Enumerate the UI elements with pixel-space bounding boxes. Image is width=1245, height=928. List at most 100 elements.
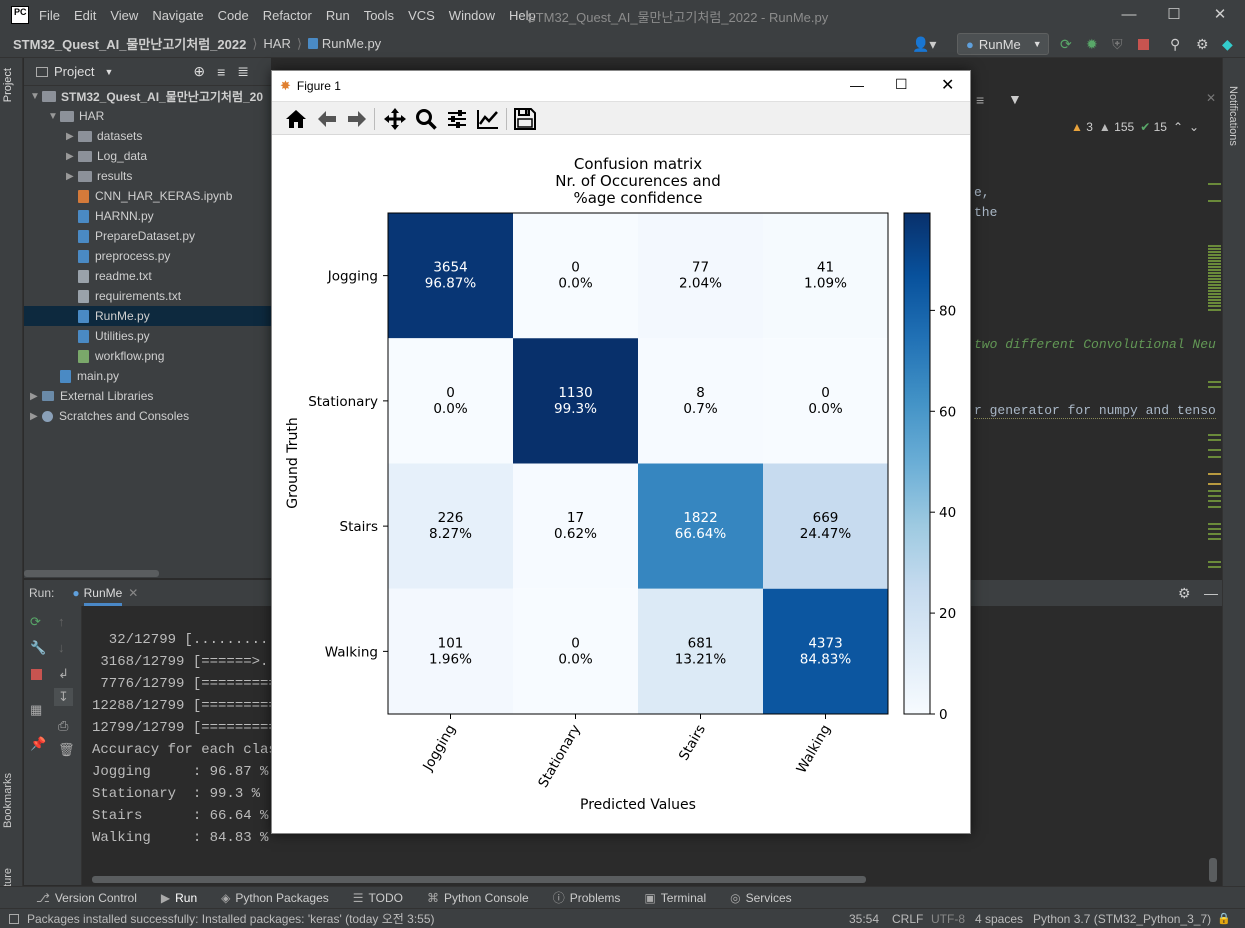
error-stripe[interactable] (1207, 138, 1222, 578)
menu-vcs[interactable]: VCS (408, 8, 435, 23)
breadcrumb-folder[interactable]: HAR (263, 36, 290, 51)
tree-item[interactable]: requirements.txt (78, 286, 271, 306)
stripe-mark[interactable] (1208, 266, 1221, 268)
inspection-widget[interactable]: ▲ 3 ▲ 155 ✔ 15 ⌃ ⌄ (1071, 120, 1199, 134)
tab-notifications[interactable]: Notifications (1227, 86, 1239, 146)
close-icon[interactable]: ✕ (128, 586, 138, 600)
tree-root[interactable]: ▼ STM32_Quest_AI_물만난고기처럼_20 (30, 86, 271, 106)
chevron-up-icon[interactable]: ⌃ (1173, 120, 1183, 134)
close-icon[interactable]: ✕ (1209, 4, 1231, 26)
stripe-mark[interactable] (1208, 500, 1221, 502)
tree-item[interactable]: ▼ HAR (48, 106, 271, 126)
back-icon[interactable] (314, 107, 340, 131)
tree-item[interactable]: main.py (60, 366, 271, 386)
tab-bookmarks[interactable]: Bookmarks (2, 773, 14, 828)
stripe-mark[interactable] (1208, 299, 1221, 301)
chevron-down-icon[interactable]: ▼ (104, 67, 113, 77)
stripe-mark[interactable] (1208, 528, 1221, 530)
align-icon[interactable]: ≡ (976, 92, 984, 108)
tree-item[interactable]: Utilities.py (78, 326, 271, 346)
minimize-icon[interactable]: — (850, 77, 864, 93)
stop-icon[interactable] (31, 668, 42, 683)
stripe-mark[interactable] (1208, 566, 1221, 568)
arrow-up-icon[interactable]: ↑ (58, 614, 65, 629)
chevron-right-icon[interactable]: ▶ (66, 151, 78, 162)
wrench-icon[interactable]: 🔧 (30, 640, 46, 656)
edit-axes-icon[interactable] (475, 107, 501, 131)
close-icon[interactable]: ✕ (941, 75, 954, 95)
stripe-mark[interactable] (1208, 561, 1221, 563)
stripe-mark[interactable] (1208, 473, 1221, 475)
stripe-mark[interactable] (1208, 293, 1221, 295)
stripe-mark[interactable] (1208, 278, 1221, 280)
zoom-icon[interactable] (413, 107, 439, 131)
menu-edit[interactable]: Edit (74, 8, 96, 23)
layout-icon[interactable] (9, 913, 19, 924)
python-interpreter[interactable]: Python 3.7 (STM32_Python_3_7) (1033, 912, 1211, 926)
locate-icon[interactable]: ⊕ (193, 63, 205, 80)
stripe-mark[interactable] (1208, 200, 1221, 202)
minimize-panel-icon[interactable]: — (1204, 585, 1218, 601)
maximize-icon[interactable]: ☐ (1163, 4, 1185, 26)
stripe-mark[interactable] (1208, 296, 1221, 298)
stripe-mark[interactable] (1208, 386, 1221, 388)
caret-position[interactable]: 35:54 (849, 912, 879, 926)
stripe-mark[interactable] (1208, 523, 1221, 525)
filter-icon[interactable]: ▼ (1008, 91, 1022, 107)
stripe-mark[interactable] (1208, 254, 1221, 256)
tree-item[interactable]: PrepareDataset.py (78, 226, 271, 246)
project-header-label[interactable]: Project (54, 64, 94, 79)
stripe-mark[interactable] (1208, 538, 1221, 540)
horizontal-scrollbar[interactable] (92, 876, 866, 883)
stripe-mark[interactable] (1208, 281, 1221, 283)
stripe-mark[interactable] (1208, 287, 1221, 289)
stripe-mark[interactable] (1208, 245, 1221, 247)
indent-setting[interactable]: 4 spaces (975, 912, 1023, 926)
run-configuration-select[interactable]: ● RunMe ▼ (957, 33, 1049, 55)
menu-code[interactable]: Code (218, 8, 249, 23)
chevron-right-icon[interactable]: ▶ (66, 171, 78, 182)
expand-icon[interactable]: ≣ (237, 63, 249, 80)
tree-item[interactable]: preprocess.py (78, 246, 271, 266)
chevron-right-icon[interactable]: ▶ (30, 411, 42, 422)
tree-item[interactable]: ▶ External Libraries (30, 386, 271, 406)
tree-item[interactable]: ▶ datasets (66, 126, 271, 146)
tree-item[interactable]: ▶ Scratches and Consoles (30, 406, 271, 426)
stripe-mark[interactable] (1208, 495, 1221, 497)
stripe-mark[interactable] (1208, 506, 1221, 508)
gear-icon[interactable]: ⚙ (1178, 585, 1191, 602)
tab-problems[interactable]: ⓘ Problems (553, 889, 621, 906)
stripe-mark[interactable] (1208, 272, 1221, 274)
stripe-mark[interactable] (1208, 483, 1221, 485)
maximize-icon[interactable]: ☐ (895, 76, 908, 93)
stripe-mark[interactable] (1208, 251, 1221, 253)
search-icon[interactable]: ⚲ (1170, 34, 1180, 54)
breadcrumb-project[interactable]: STM32_Quest_AI_물만난고기처럼_2022 (13, 34, 246, 53)
menu-refactor[interactable]: Refactor (263, 8, 312, 23)
vertical-scrollbar[interactable] (1209, 858, 1217, 882)
menu-tools[interactable]: Tools (364, 8, 394, 23)
horizontal-scrollbar[interactable] (24, 570, 159, 577)
stripe-mark[interactable] (1208, 309, 1221, 311)
tab-run[interactable]: ▶ Run (161, 891, 197, 905)
tab-python-packages[interactable]: ◈ Python Packages (221, 891, 329, 905)
plugin-icon[interactable]: ◆ (1222, 34, 1233, 54)
configure-subplots-icon[interactable] (444, 107, 470, 131)
tree-item[interactable]: ▶ Log_data (66, 146, 271, 166)
menu-view[interactable]: View (110, 8, 138, 23)
menu-run[interactable]: Run (326, 8, 350, 23)
tab-python-console[interactable]: ⌘ Python Console (427, 891, 529, 905)
user-icon[interactable]: 👤▾ (912, 34, 936, 54)
file-encoding[interactable]: UTF-8 (931, 912, 965, 926)
chevron-right-icon[interactable]: ▶ (30, 391, 42, 402)
menu-file[interactable]: File (39, 8, 60, 23)
chevron-down-icon[interactable]: ▼ (48, 111, 60, 122)
tree-item[interactable]: readme.txt (78, 266, 271, 286)
tree-item[interactable]: HARNN.py (78, 206, 271, 226)
tree-item[interactable]: workflow.png (78, 346, 271, 366)
pin-icon[interactable]: 📌 (30, 736, 46, 752)
line-separator[interactable]: CRLF (892, 912, 923, 926)
run-tab[interactable]: RunMe (83, 581, 123, 606)
scroll-to-end-icon[interactable]: ↧ (54, 688, 73, 706)
stripe-mark[interactable] (1208, 269, 1221, 271)
